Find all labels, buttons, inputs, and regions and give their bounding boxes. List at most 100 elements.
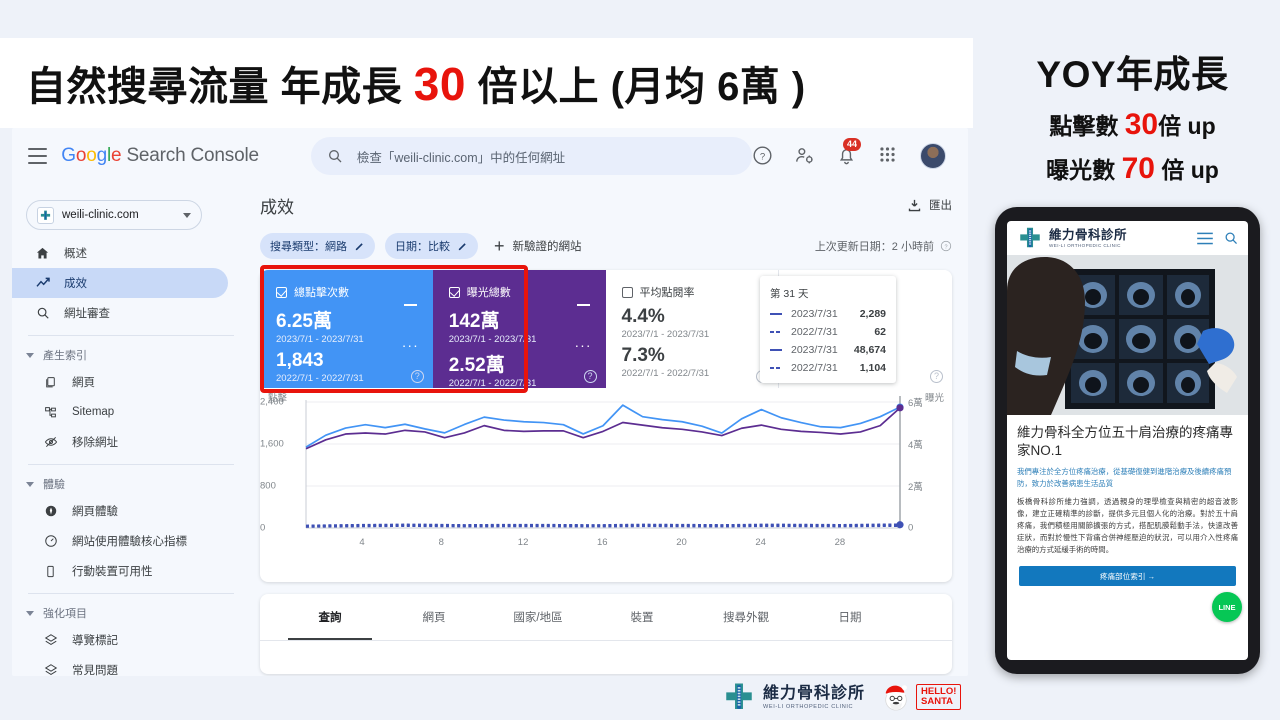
apps-grid-icon[interactable] <box>878 145 900 167</box>
footer-brand: 維力骨科診所 WEI-LI ORTHOPEDIC CLINIC <box>722 680 865 714</box>
chart-xtick: 12 <box>517 537 529 548</box>
sidebar-item-label: 導覽標記 <box>72 635 118 647</box>
line-badge-label: LINE <box>1218 602 1236 612</box>
chart-xtick: 28 <box>834 537 846 548</box>
headline-part1: 自然搜尋流量 年成長 <box>26 65 414 109</box>
metric-card-clicks[interactable]: 總點擊次數 6.25萬 2023/7/1 - 2023/7/31 1,843 2… <box>260 270 433 388</box>
tab-pages[interactable]: 網頁 <box>382 594 486 640</box>
dimension-tabs: 查詢 網頁 國家/地區 裝置 搜尋外觀 日期 <box>260 594 952 640</box>
help-icon[interactable]: ? <box>410 370 424 383</box>
site-logo[interactable]: 維力骨科診所 WEI-LI ORTHOPEDIC CLINIC <box>1017 225 1127 251</box>
chart-xtick: 16 <box>597 537 608 548</box>
tab-label: 搜尋外觀 <box>723 612 769 624</box>
sidebar-group-experience[interactable]: 體驗 <box>12 472 252 496</box>
chart-ytick-right: 0 <box>908 522 914 534</box>
slide-root: 自然搜尋流量 年成長 30 倍以上 (月均 6萬 ) YOY年成長 點擊數 30… <box>0 0 1280 720</box>
metric-card-impressions[interactable]: 曝光總數 142萬 2023/7/1 - 2023/7/31 2.52萬 202… <box>432 270 606 389</box>
tooltip-date: 2022/7/31 <box>791 326 838 338</box>
tab-devices[interactable]: 裝置 <box>590 594 694 640</box>
tooltip-date: 2023/7/31 <box>791 344 838 356</box>
chart-xtick: 4 <box>359 537 365 548</box>
layers-icon <box>42 633 59 647</box>
metric-card-ctr[interactable]: 平均點閱率 4.4% 2023/7/1 - 2023/7/31 7.3% 202… <box>605 270 780 388</box>
metric-checkbox[interactable] <box>448 286 460 298</box>
hello-santa-wordmark: HELLO! SANTA <box>916 684 962 710</box>
sidebar-item-faq[interactable]: 常見問題 <box>12 655 228 676</box>
notifications-icon[interactable]: 44 <box>836 138 862 167</box>
site-brand: 維力骨科診所 WEI-LI ORTHOPEDIC CLINIC <box>1049 228 1127 248</box>
footer-brand-zh: 維力骨科診所 <box>763 684 866 702</box>
sidebar-item-label: 常見問題 <box>72 665 118 676</box>
santa-icon <box>885 685 907 711</box>
sidebar-item-label: 網頁體驗 <box>72 506 118 518</box>
tooltip-row: 2023/7/31 2,289 <box>770 308 886 320</box>
sidebar-item-removals[interactable]: 移除網址 <box>12 427 228 457</box>
chart-xtick: 24 <box>755 537 766 548</box>
help-icon[interactable]: ? <box>752 145 774 167</box>
property-selector[interactable]: weili-clinic.com <box>26 200 202 230</box>
metric-checkbox[interactable] <box>276 286 287 298</box>
hero-image <box>1007 255 1248 415</box>
yoy-impressions-value: 70 <box>1121 152 1155 185</box>
site-brand-en: WEI-LI ORTHOPEDIC CLINIC <box>1049 242 1121 248</box>
logo-suffix: Search Console <box>121 145 259 166</box>
add-filter-button[interactable]: + 新驗證的網站 <box>494 237 582 255</box>
tooltip-value: 2,289 <box>859 308 886 320</box>
sidebar-item-page-experience[interactable]: 網頁體驗 <box>12 496 228 526</box>
help-icon[interactable]: ? <box>583 370 597 383</box>
tooltip-title: 第 31 天 <box>770 288 809 300</box>
tab-label: 網頁 <box>422 612 446 624</box>
metric-current-value: 4.4% <box>621 306 665 327</box>
sidebar-item-label: 網頁 <box>72 377 95 389</box>
export-button[interactable]: 匯出 <box>907 197 952 213</box>
svg-text:?: ? <box>760 151 765 162</box>
sidebar-group-enhancements[interactable]: 強化項目 <box>12 601 252 625</box>
filter-chip-search-type[interactable]: 搜尋類型：網路 <box>260 233 375 259</box>
yoy-impressions-prefix: 曝光數 <box>1046 157 1122 183</box>
tab-search-appearance[interactable]: 搜尋外觀 <box>694 594 798 640</box>
tooltip-row: 2023/7/31 48,674 <box>770 344 886 356</box>
pain-index-button[interactable]: 疼痛部位索引 → <box>1019 566 1236 586</box>
chevron-down-icon <box>26 352 34 358</box>
sidebar-item-overview[interactable]: 概述 <box>12 238 228 268</box>
sidebar-item-core-web-vitals[interactable]: 網站使用體驗核心指標 <box>12 526 228 556</box>
sidebar-item-mobile-usability[interactable]: 行動裝置可用性 <box>12 556 228 586</box>
sidebar-item-pages[interactable]: 網頁 <box>12 367 228 397</box>
menu-icon[interactable] <box>1197 232 1213 245</box>
line-chat-icon[interactable]: LINE <box>1212 592 1242 622</box>
page-header: 成效 匯出 <box>252 184 968 226</box>
site-header-icons <box>1197 231 1238 245</box>
headline-banner: 自然搜尋流量 年成長 30 倍以上 (月均 6萬 ) <box>0 38 973 128</box>
metric-checkbox[interactable] <box>621 286 633 298</box>
search-icon[interactable] <box>1224 231 1238 245</box>
tab-dates[interactable]: 日期 <box>798 594 902 640</box>
tab-label: 日期 <box>838 612 862 624</box>
chart-ytick-left: 1,600 <box>260 438 284 450</box>
sidebar-item-label: 成效 <box>64 278 87 290</box>
sidebar-divider <box>28 464 234 465</box>
info-icon[interactable]: ? <box>940 240 952 252</box>
chart-tooltip: 第 31 天 2023/7/31 2,289 2022/7/31 62 2023… <box>760 276 896 383</box>
tab-queries[interactable]: 查詢 <box>278 594 382 640</box>
sidebar-group-indexing[interactable]: 產生索引 <box>12 343 252 367</box>
help-icon[interactable]: ? <box>930 370 943 383</box>
chevron-down-icon <box>183 212 191 218</box>
chart-xtick: 20 <box>676 537 687 548</box>
metric-previous-value: 2.52萬 <box>448 355 505 376</box>
article-body: 維力骨科全方位五十肩治療的疼痛專家NO.1 我們專注於全方位疼痛治療，從基礎復健… <box>1007 415 1248 556</box>
search-input[interactable]: 檢查「weili-clinic.com」中的任何網址 <box>310 137 752 175</box>
avatar[interactable] <box>920 143 946 169</box>
user-settings-icon[interactable] <box>794 145 816 167</box>
tab-countries[interactable]: 國家/地區 <box>486 594 590 640</box>
filter-chip-date[interactable]: 日期：比較 <box>385 233 478 259</box>
sidebar-item-performance[interactable]: 成效 <box>12 268 228 298</box>
sidebar-group-label: 產生索引 <box>43 350 87 362</box>
sidebar-item-url-inspection[interactable]: 網址審查 <box>12 298 228 328</box>
logo-letter-g2: g <box>96 145 108 166</box>
sidebar-item-sitemap[interactable]: Sitemap <box>12 397 228 427</box>
chevron-down-icon <box>26 610 34 616</box>
performance-chart[interactable]: 點擊 曝光 0 800 1,600 2,400 0 2萬 4萬 6萬 4 8 12 16 20 24 2… <box>260 388 952 582</box>
sidebar-item-breadcrumbs[interactable]: 導覽標記 <box>12 625 228 655</box>
headline-highlight: 30 <box>413 58 466 110</box>
menu-icon[interactable] <box>28 148 48 164</box>
